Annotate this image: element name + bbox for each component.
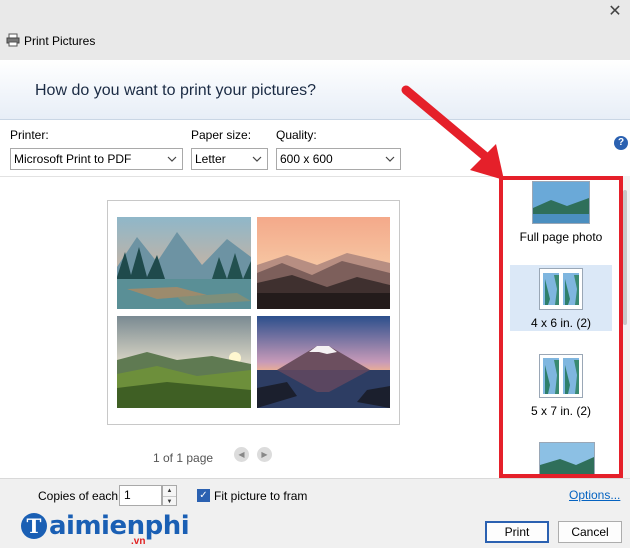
print-settings: Printer: Microsoft Print to PDF Paper si… [0,121,630,176]
quality-select-value: 600 x 600 [280,152,333,166]
printer-icon [6,33,20,47]
print-button[interactable]: Print [485,521,549,543]
page-title: How do you want to print your pictures? [35,82,317,99]
layout-scrollbar[interactable] [620,176,630,478]
layout-list: Full page photo 4 x 6 in. (2) 5 x 7 in. … [502,176,620,478]
previous-page-button[interactable]: ◀ [234,447,249,462]
decrement-icon[interactable]: ▼ [163,496,176,506]
layout-thumb [532,181,590,224]
title-bar: Print Pictures ✕ [0,0,630,60]
annotation-arrow-icon [401,85,504,180]
layout-label: 4 x 6 in. (2) [530,316,592,330]
printer-select-value: Microsoft Print to PDF [14,152,132,166]
options-link[interactable]: Options... [569,488,620,502]
watermark-initial: T [21,513,47,539]
page-count: 1 of 1 page [153,451,214,465]
preview-photo-4 [257,316,390,408]
layout-item-4x6[interactable]: 4 x 6 in. (2) [510,265,612,331]
watermark-text: aimienphi [49,511,190,541]
preview-page [107,200,400,425]
fit-picture-checkbox[interactable]: ✓ [197,489,210,502]
layout-thumb [539,442,595,478]
preview-photo-3 [117,316,251,408]
chevron-down-icon [385,156,395,162]
help-icon[interactable]: ? [614,136,628,150]
printer-label: Printer: [10,128,49,142]
layout-item-full-page[interactable]: Full page photo [510,176,612,246]
layout-thumb [539,354,583,398]
layout-thumb [539,268,583,310]
layout-item-more[interactable] [510,438,612,478]
dialog-header: How do you want to print your pictures? [0,60,630,120]
chevron-down-icon [167,156,177,162]
scrollbar-thumb[interactable] [623,190,627,325]
quality-select[interactable]: 600 x 600 [276,148,401,170]
paper-size-select[interactable]: Letter [191,148,268,170]
copies-input[interactable]: 1 [119,485,162,506]
copies-stepper[interactable]: ▲ ▼ [162,485,177,506]
printer-select[interactable]: Microsoft Print to PDF [10,148,183,170]
increment-icon[interactable]: ▲ [163,486,176,496]
cancel-button[interactable]: Cancel [558,521,622,543]
layout-label: 5 x 7 in. (2) [530,404,592,418]
quality-label: Quality: [276,128,317,142]
print-preview: 1 of 1 page ◀ ▶ [0,176,502,478]
paper-size-select-value: Letter [195,152,226,166]
preview-photo-2 [257,217,390,309]
copies-label: Copies of each [38,489,119,503]
fit-picture-label: Fit picture to fram [214,489,308,503]
paper-size-label: Paper size: [191,128,252,142]
layout-label: Full page photo [519,230,603,244]
watermark-suffix: .vn [131,536,146,547]
close-button[interactable]: ✕ [606,4,624,22]
preview-photo-1 [117,217,251,309]
layout-item-5x7[interactable]: 5 x 7 in. (2) [510,348,612,418]
chevron-down-icon [252,156,262,162]
next-page-button[interactable]: ▶ [257,447,272,462]
window-title: Print Pictures [24,34,96,48]
